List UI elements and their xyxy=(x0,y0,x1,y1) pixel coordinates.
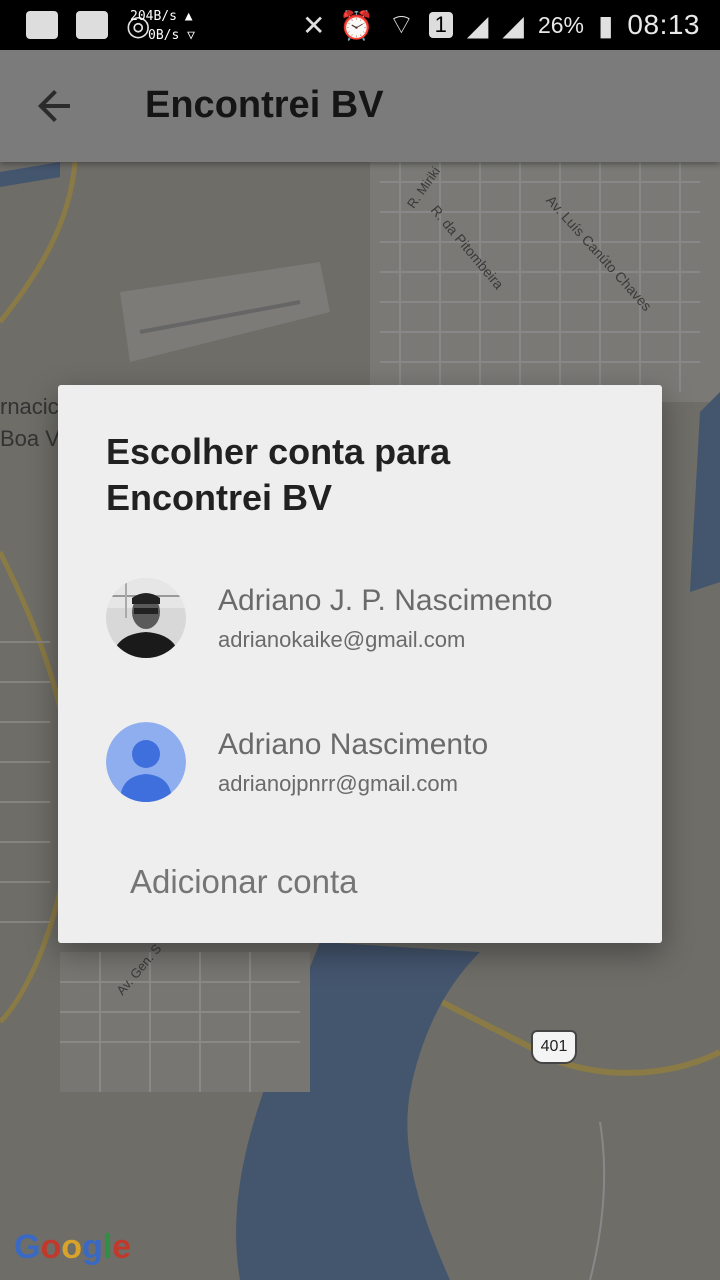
add-account-button[interactable]: Adicionar conta xyxy=(130,863,357,901)
google-logo: Google xyxy=(14,1228,132,1266)
photo-avatar-image xyxy=(106,578,186,658)
status-bar: ◎ 204B/s ▲ 0B/s ▽ ✕ ⏰ ⌔ 1 ◢ ◢ 26% ▮ 08:1… xyxy=(0,0,720,50)
battery-icon: ▮ xyxy=(598,9,614,41)
app-title: Encontrei BV xyxy=(145,84,384,126)
sim-slot-badge: 1 xyxy=(428,12,453,38)
app-bar: Encontrei BV xyxy=(0,50,720,162)
clock: 08:13 xyxy=(627,9,700,40)
photo-avatar xyxy=(106,578,186,658)
account-item-1[interactable]: Adriano J. P. Nascimento adrianokaike@gm… xyxy=(58,563,662,673)
image-notification-icon xyxy=(76,11,108,39)
status-right: ✕ ⏰ ⌔ 1 ◢ ◢ 26% ▮ 08:13 xyxy=(302,0,700,50)
account-item-2[interactable]: Adriano Nascimento adrianojpnrr@gmail.co… xyxy=(58,707,662,817)
account-email: adrianojpnrr@gmail.com xyxy=(218,771,458,796)
battery-percent: 26% xyxy=(537,11,584,38)
account-name: Adriano J. P. Nascimento xyxy=(218,584,553,617)
chat-notification-icon xyxy=(26,11,58,39)
alarm-icon: ⏰ xyxy=(339,9,375,41)
mute-icon: ✕ xyxy=(301,9,326,41)
signal-2-icon: ◢ xyxy=(502,9,524,41)
speed-up-text: 204B/s ▲ xyxy=(130,9,193,24)
wifi-icon: ⌔ xyxy=(388,8,415,40)
place-label-internacional: rnacic xyxy=(0,394,59,419)
account-email: adrianokaike@gmail.com xyxy=(218,627,466,652)
account-chooser-dialog: Escolher conta para Encontrei BV Adriano… xyxy=(58,385,662,943)
place-label-boa-vista: Boa V xyxy=(0,426,60,451)
default-person-icon xyxy=(106,722,186,802)
arrow-back-icon xyxy=(38,90,70,122)
person-icon xyxy=(106,722,186,802)
network-speed: 204B/s ▲ 0B/s ▽ xyxy=(130,7,195,45)
account-name: Adriano Nascimento xyxy=(218,728,489,761)
back-button[interactable] xyxy=(30,82,78,130)
speed-down-text: 0B/s ▽ xyxy=(148,28,195,43)
route-shield-401: 401 xyxy=(531,1030,577,1064)
dialog-title: Escolher conta para Encontrei BV xyxy=(106,431,451,518)
signal-icon: ◢ xyxy=(466,9,489,41)
